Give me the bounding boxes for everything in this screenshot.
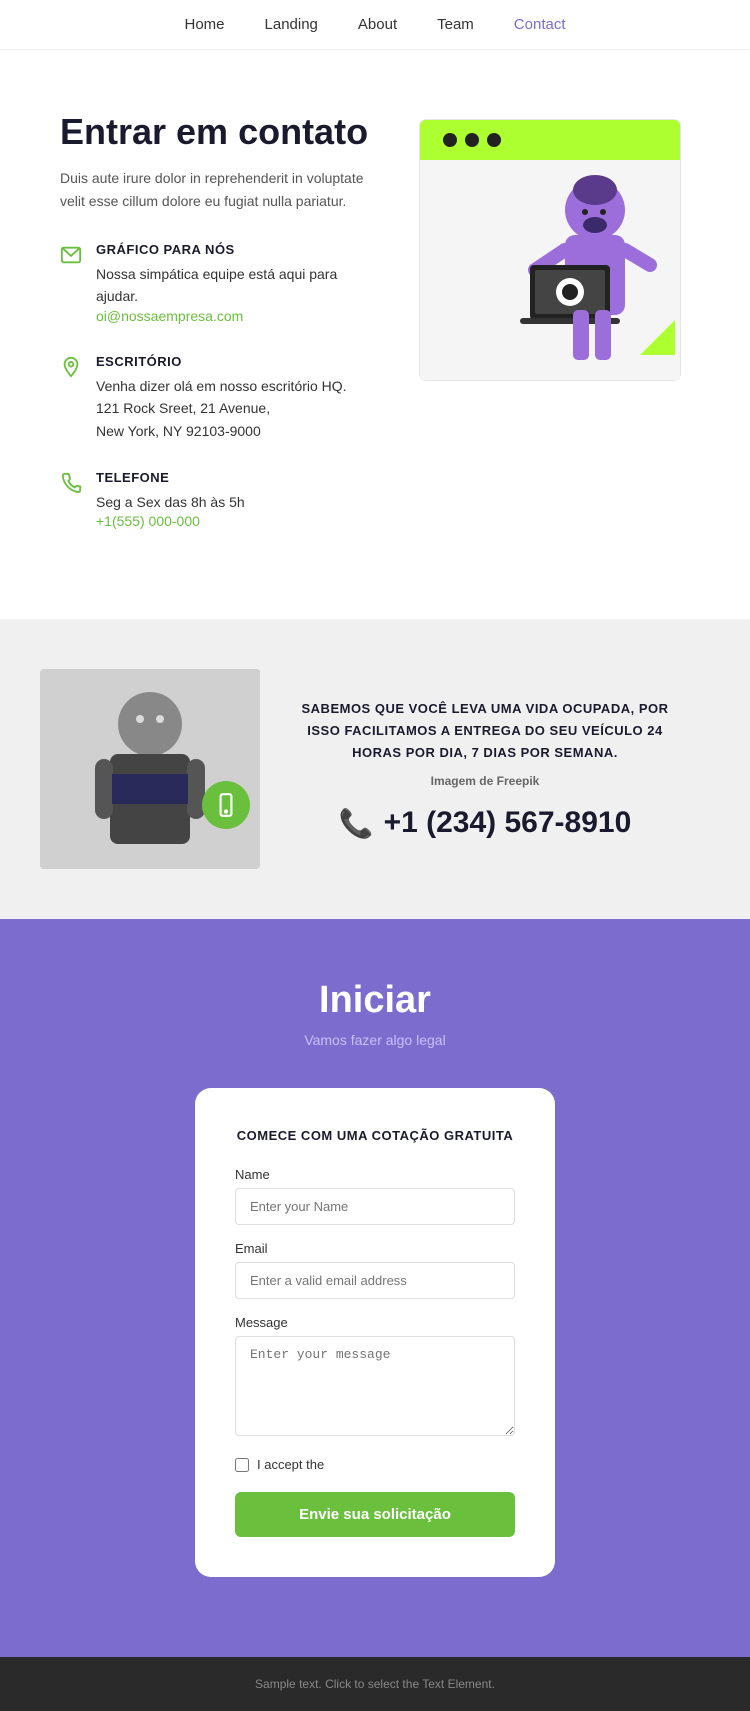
phone-title: TELEFONE [96,470,245,485]
phone-icon [60,472,82,494]
form-card-title: COMECE COM UMA COTAÇÃO GRATUITA [235,1128,515,1143]
checkbox-row: I accept the [235,1457,515,1472]
nav-item-contact[interactable]: Contact [514,16,566,33]
phone-badge [202,781,250,829]
email-label: Email [235,1241,515,1256]
office-address1: 121 Rock Sreet, 21 Avenue, [96,397,347,419]
banner-content: SABEMOS QUE VOCÊ LEVA UMA VIDA OCUPADA, … [260,678,710,860]
email-icon [60,244,82,266]
location-icon [60,356,82,378]
banner-credit: Imagem de Freepik [300,774,670,788]
form-section-subtitle: Vamos fazer algo legal [40,1032,710,1048]
email-field-group: Email [235,1241,515,1299]
email-input[interactable] [235,1262,515,1299]
name-input[interactable] [235,1188,515,1225]
name-label: Name [235,1167,515,1182]
phone-green-icon: 📞 [339,807,374,840]
phone-hours: Seg a Sex das 8h às 5h [96,491,245,513]
graphic-link[interactable]: oi@nossaempresa.com [96,308,243,324]
contact-title: Entrar em contato [60,110,370,153]
submit-button[interactable]: Envie sua solicitação [235,1492,515,1537]
contact-info: Entrar em contato Duis aute irure dolor … [60,110,370,559]
accept-checkbox[interactable] [235,1458,249,1472]
banner-image [40,669,260,869]
message-field-group: Message [235,1315,515,1441]
office-title: ESCRITÓRIO [96,354,347,369]
nav-item-about[interactable]: About [358,16,397,33]
phone-banner-section: SABEMOS QUE VOCÊ LEVA UMA VIDA OCUPADA, … [0,619,750,919]
office-address2: New York, NY 92103-9000 [96,420,347,442]
checkbox-label: I accept the [257,1457,324,1472]
office-text: Venha dizer olá em nosso escritório HQ. [96,375,347,397]
footer-text: Sample text. Click to select the Text El… [20,1677,730,1691]
contact-section: Entrar em contato Duis aute irure dolor … [0,50,750,619]
phone-number-link[interactable]: +1(555) 000-000 [96,513,200,529]
form-section-title: Iniciar [40,979,710,1022]
contact-item-office: ESCRITÓRIO Venha dizer olá em nosso escr… [60,354,370,442]
graphic-text: Nossa simpática equipe está aqui para aj… [96,263,370,308]
contact-description: Duis aute irure dolor in reprehenderit i… [60,167,370,212]
nav-item-landing[interactable]: Landing [265,16,318,33]
navigation: Home Landing About Team Contact [0,0,750,50]
nav-item-home[interactable]: Home [185,16,225,33]
footer: Sample text. Click to select the Text El… [0,1657,750,1711]
form-section: Iniciar Vamos fazer algo legal COMECE CO… [0,919,750,1657]
graphic-title: GRÁFICO PARA NÓS [96,242,370,257]
message-label: Message [235,1315,515,1330]
banner-text: SABEMOS QUE VOCÊ LEVA UMA VIDA OCUPADA, … [300,698,670,764]
contact-item-graphic: GRÁFICO PARA NÓS Nossa simpática equipe … [60,242,370,326]
name-field-group: Name [235,1167,515,1225]
browser-illustration [410,110,690,395]
contact-form-card: COMECE COM UMA COTAÇÃO GRATUITA Name Ema… [195,1088,555,1577]
banner-phone-number[interactable]: 📞 +1 (234) 567-8910 [300,806,670,840]
message-input[interactable] [235,1336,515,1436]
contact-item-phone: TELEFONE Seg a Sex das 8h às 5h +1(555) … [60,470,370,531]
nav-item-team[interactable]: Team [437,16,474,33]
